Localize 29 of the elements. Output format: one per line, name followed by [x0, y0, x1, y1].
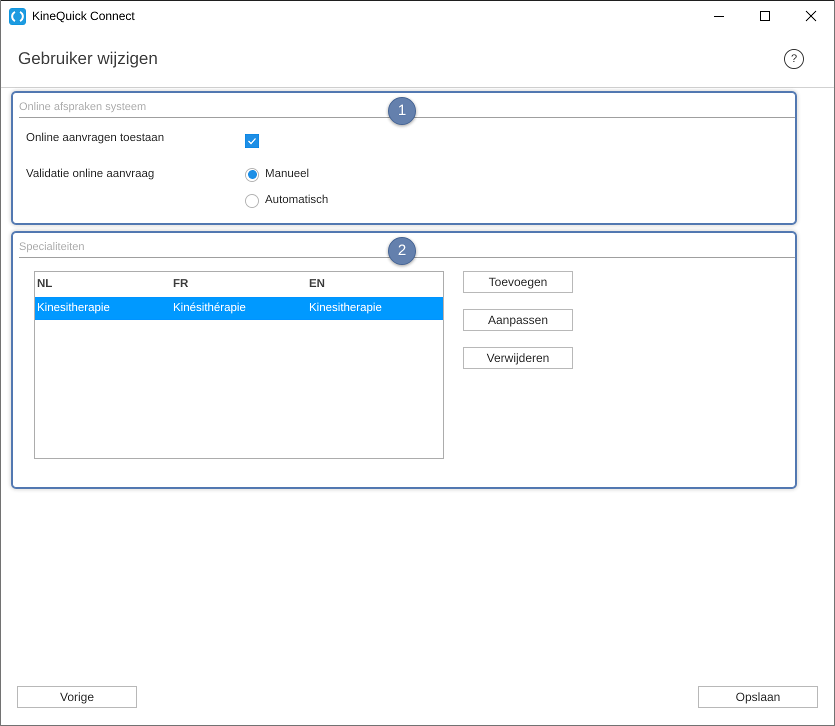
action-button[interactable]: Toevoegen: [463, 271, 573, 293]
help-button[interactable]: ?: [784, 49, 804, 69]
step-badge: 1: [388, 97, 416, 125]
section-title: Online afspraken systeem: [19, 100, 146, 114]
section-title: Specialiteiten: [19, 240, 84, 254]
radio-button[interactable]: [245, 168, 259, 182]
page-title: Gebruiker wijzigen: [18, 48, 158, 70]
table-cell-text: Kinesitherapie: [36, 300, 111, 316]
column-header: NL: [36, 276, 54, 292]
table-cell-text: Kinesitherapie: [308, 300, 383, 316]
table-cell-text: Kinésithérapie: [172, 300, 247, 316]
action-button[interactable]: Aanpassen: [463, 309, 573, 331]
app-logo-icon: [9, 8, 26, 24]
save-button[interactable]: Opslaan: [698, 686, 818, 708]
maximize-icon[interactable]: [759, 10, 771, 22]
back-button[interactable]: Vorige: [17, 686, 137, 708]
radio-button[interactable]: [245, 194, 259, 208]
close-icon[interactable]: [805, 10, 817, 22]
check-icon: [247, 136, 257, 146]
setting-label: Online aanvragen toestaan: [26, 131, 166, 146]
action-button[interactable]: Verwijderen: [463, 347, 573, 369]
column-header: FR: [172, 276, 190, 292]
step-badge: 2: [388, 237, 416, 265]
setting-label: Validatie online aanvraag: [26, 167, 156, 182]
radio-label: Manueel: [265, 167, 310, 182]
radio-label: Automatisch: [265, 193, 328, 208]
checkbox[interactable]: [245, 134, 259, 148]
window-title: KineQuick Connect: [32, 8, 135, 25]
column-header: EN: [308, 276, 326, 292]
